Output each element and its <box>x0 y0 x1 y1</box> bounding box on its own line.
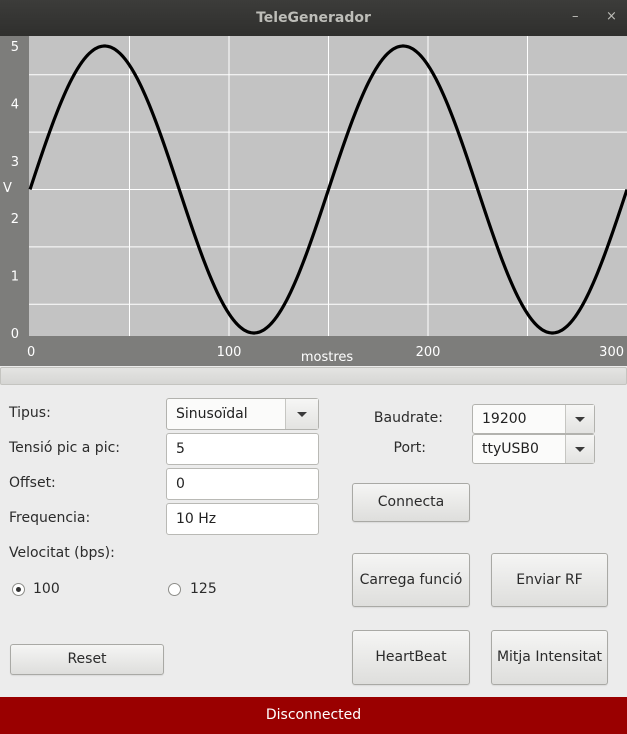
frequencia-input[interactable]: 10 Hz <box>166 503 319 535</box>
radio-125-label[interactable]: 125 <box>190 581 217 597</box>
window-title: TeleGenerador <box>256 10 371 26</box>
port-select-value: ttyUSB0 <box>482 441 539 457</box>
waveform-chart-svg: 0 1 2 3 4 5 0 100 200 300 mostres V <box>0 36 627 366</box>
x-axis-label: mostres <box>301 350 354 365</box>
tipus-select-value: Sinusoïdal <box>176 406 248 422</box>
tipus-select[interactable]: Sinusoïdal <box>166 398 319 430</box>
radio-125[interactable] <box>168 583 181 596</box>
heartbeat-button[interactable]: HeartBeat <box>352 630 470 685</box>
tensio-input[interactable]: 5 <box>166 433 319 465</box>
progress-bar <box>0 367 627 385</box>
x-tick-label: 0 <box>27 345 35 360</box>
connection-status-bar: Disconnected <box>0 697 627 734</box>
radio-100[interactable] <box>12 583 25 596</box>
port-dropdown-button[interactable] <box>565 435 594 463</box>
reset-button[interactable]: Reset <box>10 644 164 675</box>
y-tick-label: 1 <box>11 270 19 285</box>
y-axis-band <box>0 36 29 366</box>
frequencia-label: Frequencia: <box>9 510 91 526</box>
port-label: Port: <box>393 440 426 456</box>
baudrate-label: Baudrate: <box>373 410 443 426</box>
connection-status-text: Disconnected <box>265 707 362 723</box>
y-tick-label: 0 <box>11 327 19 342</box>
x-tick-label: 200 <box>416 345 441 360</box>
chevron-down-icon <box>575 447 585 452</box>
connecta-button[interactable]: Connecta <box>352 483 470 522</box>
baudrate-select[interactable]: 19200 <box>472 404 595 434</box>
tensio-label: Tensió pic a pic: <box>9 440 121 456</box>
y-tick-label: 5 <box>11 40 19 55</box>
offset-input[interactable]: 0 <box>166 468 319 500</box>
baudrate-dropdown-button[interactable] <box>565 405 594 433</box>
offset-label: Offset: <box>9 475 56 491</box>
title-bar: TeleGenerador – × <box>0 0 627 36</box>
y-tick-label: 3 <box>11 155 19 170</box>
x-tick-label: 300 <box>599 345 624 360</box>
x-tick-label: 100 <box>217 345 242 360</box>
radio-100-label[interactable]: 100 <box>33 581 60 597</box>
tipus-label: Tipus: <box>9 405 51 421</box>
close-button[interactable]: × <box>606 9 617 24</box>
y-tick-label: 4 <box>11 97 19 112</box>
waveform-chart: 0 1 2 3 4 5 0 100 200 300 mostres V <box>0 36 627 366</box>
radio-selected-dot <box>16 587 21 592</box>
chevron-down-icon <box>575 417 585 422</box>
port-select[interactable]: ttyUSB0 <box>472 434 595 464</box>
minimize-button[interactable]: – <box>572 9 579 24</box>
tipus-dropdown-button[interactable] <box>285 399 318 429</box>
y-axis-label: V <box>3 181 12 196</box>
velocitat-label: Velocitat (bps): <box>9 545 115 561</box>
carrega-funcio-button[interactable]: Carrega funció <box>352 553 470 607</box>
y-tick-label: 2 <box>11 212 19 227</box>
chevron-down-icon <box>297 412 307 417</box>
baudrate-select-value: 19200 <box>482 411 527 427</box>
mitja-intensitat-button[interactable]: Mitja Intensitat <box>491 630 608 685</box>
enviar-rf-button[interactable]: Enviar RF <box>491 553 608 607</box>
